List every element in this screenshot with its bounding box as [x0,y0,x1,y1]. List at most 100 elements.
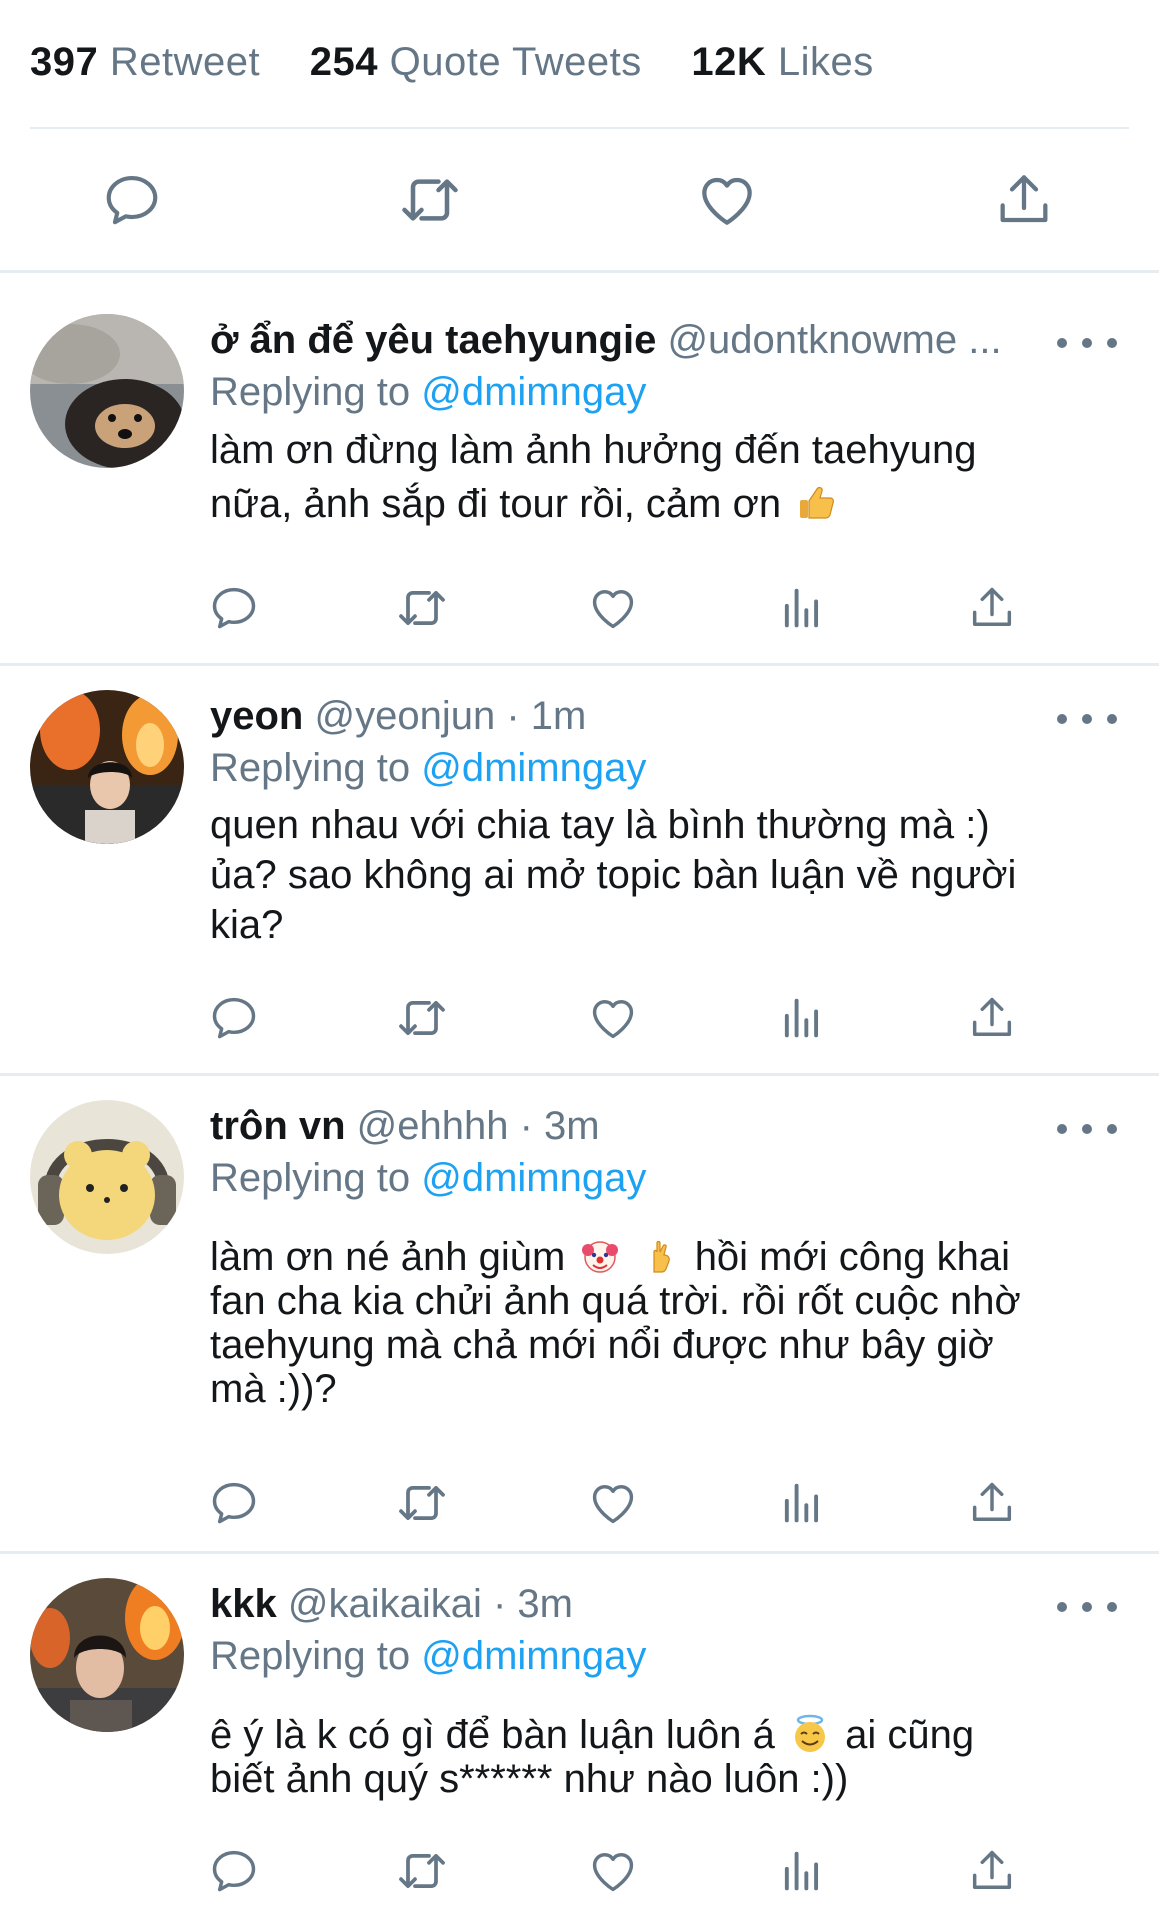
retweet-button[interactable] [394,578,450,638]
main-tweet-actions [0,160,1159,240]
replying-to: Replying to @dmimngay [210,1632,646,1680]
replying-to-link[interactable]: @dmimngay [421,746,646,790]
pinching-hand-emoji [652,1240,670,1273]
user-handle[interactable]: @kaikaikai · 3m [288,1582,573,1626]
share-button[interactable] [964,578,1020,638]
tweet-actions [0,988,1159,1048]
retweet-icon [394,1843,450,1899]
like-button[interactable] [585,578,641,638]
reply-tweet[interactable]: ở ẩn để yêu taehyungie @udontknowme ... … [0,273,1159,663]
retweet-button[interactable] [394,1473,450,1533]
share-icon [966,992,1018,1044]
replying-prefix: Replying to [210,746,411,790]
replying-to: Replying to @dmimngay [210,1154,646,1202]
tweet-text-line: kia? [210,903,284,947]
reply-button[interactable] [206,1841,262,1901]
retweet-button[interactable] [394,988,450,1048]
views-button[interactable] [774,578,830,638]
display-name[interactable]: trôn vn [210,1104,346,1148]
replying-to: Replying to @dmimngay [210,368,646,416]
analytics-icon [776,1477,828,1529]
clown-emoji [582,1241,619,1273]
replying-to-link[interactable]: @dmimngay [421,1634,646,1678]
reply-icon [208,1477,260,1529]
reply-button[interactable] [206,1473,262,1533]
tweet-text-line: ai cũng [845,1713,975,1757]
retweet-icon [394,580,450,636]
retweet-stat[interactable]: 397 Retweet [30,40,260,84]
reply-tweet[interactable]: trôn vn @ehhhh · 3m Replying to @dmimnga… [0,1076,1159,1551]
heart-icon [587,1477,639,1529]
reply-button[interactable] [206,578,262,638]
share-button[interactable] [989,160,1059,240]
display-name[interactable]: kkk [210,1582,277,1626]
tweet-text-line: ủa? sao không ai mở topic bàn luận về ng… [210,853,1017,897]
retweet-icon [394,990,450,1046]
share-button[interactable] [964,1473,1020,1533]
analytics-icon [776,582,828,634]
share-icon [992,168,1056,232]
like-button[interactable] [585,988,641,1048]
tweet-text-line: ê ý là k có gì để bàn luận luôn á [210,1713,775,1757]
tweet-text: quen nhau với chia tay là bình thường mà… [210,800,1110,950]
more-button[interactable] [1057,1119,1117,1139]
share-icon [966,582,1018,634]
more-icon [1057,338,1067,348]
views-button[interactable] [774,1841,830,1901]
like-button[interactable] [692,160,762,240]
display-name[interactable]: ở ẩn để yêu taehyungie [210,318,656,362]
retweet-icon [396,166,464,234]
share-button[interactable] [964,988,1020,1048]
retweet-count: 397 [30,40,99,84]
user-handle[interactable]: @udontknowme ... [667,318,1001,362]
heart-icon [587,1845,639,1897]
tweet-text-line: biết ảnh quý s****** như nào luôn :)) [210,1757,849,1801]
reply-tweet[interactable]: yeon @yeonjun · 1m Replying to @dmimngay… [0,666,1159,1073]
likes-stat[interactable]: 12K Likes [691,40,873,84]
more-icon [1057,1602,1067,1612]
retweet-button[interactable] [394,1841,450,1901]
more-button[interactable] [1057,1597,1117,1617]
analytics-icon [776,1845,828,1897]
share-button[interactable] [964,1841,1020,1901]
replying-prefix: Replying to [210,370,411,414]
replying-prefix: Replying to [210,1156,411,1200]
quote-count: 254 [309,40,378,84]
retweet-icon [394,1475,450,1531]
tweet-text-line: làm ơn né ảnh giùm [210,1235,566,1279]
tweet-stats: 397 Retweet 254 Quote Tweets 12K Likes [30,40,912,85]
reply-icon [101,169,163,231]
tweet-text-line: quen nhau với chia tay là bình thường mà… [210,803,990,847]
views-button[interactable] [774,988,830,1048]
like-button[interactable] [585,1473,641,1533]
reply-tweet[interactable]: kkk @kaikaikai · 3m Replying to @dmimnga… [0,1554,1159,1920]
tweet-actions [0,1841,1159,1901]
replying-to-link[interactable]: @dmimngay [421,370,646,414]
quote-stat[interactable]: 254 Quote Tweets [310,40,642,84]
avatar[interactable] [30,1100,184,1254]
reply-button[interactable] [97,160,167,240]
more-button[interactable] [1057,709,1117,729]
tweet-header: kkk @kaikaikai · 3m [210,1580,1059,1628]
more-icon [1057,1124,1067,1134]
avatar[interactable] [30,690,184,844]
more-button[interactable] [1057,333,1117,353]
tweet-header: ở ẩn để yêu taehyungie @udontknowme ... [210,316,1059,364]
views-button[interactable] [774,1473,830,1533]
reply-icon [208,992,260,1044]
tweet-text: làm ơn né ảnh giùm hồi mới công khai fan… [210,1231,1110,1415]
avatar[interactable] [30,1578,184,1732]
display-name[interactable]: yeon [210,694,303,738]
reply-button[interactable] [206,988,262,1048]
replying-to-link[interactable]: @dmimngay [421,1156,646,1200]
retweet-label: Retweet [109,40,261,84]
tweet-text-line: hồi mới công khai [694,1235,1010,1279]
user-handle[interactable]: @yeonjun · 1m [314,694,586,738]
avatar[interactable] [30,314,184,468]
heart-icon [695,168,759,232]
user-handle[interactable]: @ehhhh · 3m [357,1104,600,1148]
retweet-button[interactable] [395,160,465,240]
like-button[interactable] [585,1841,641,1901]
smiling-face-with-halo-emoji [794,1714,825,1752]
analytics-icon [776,992,828,1044]
